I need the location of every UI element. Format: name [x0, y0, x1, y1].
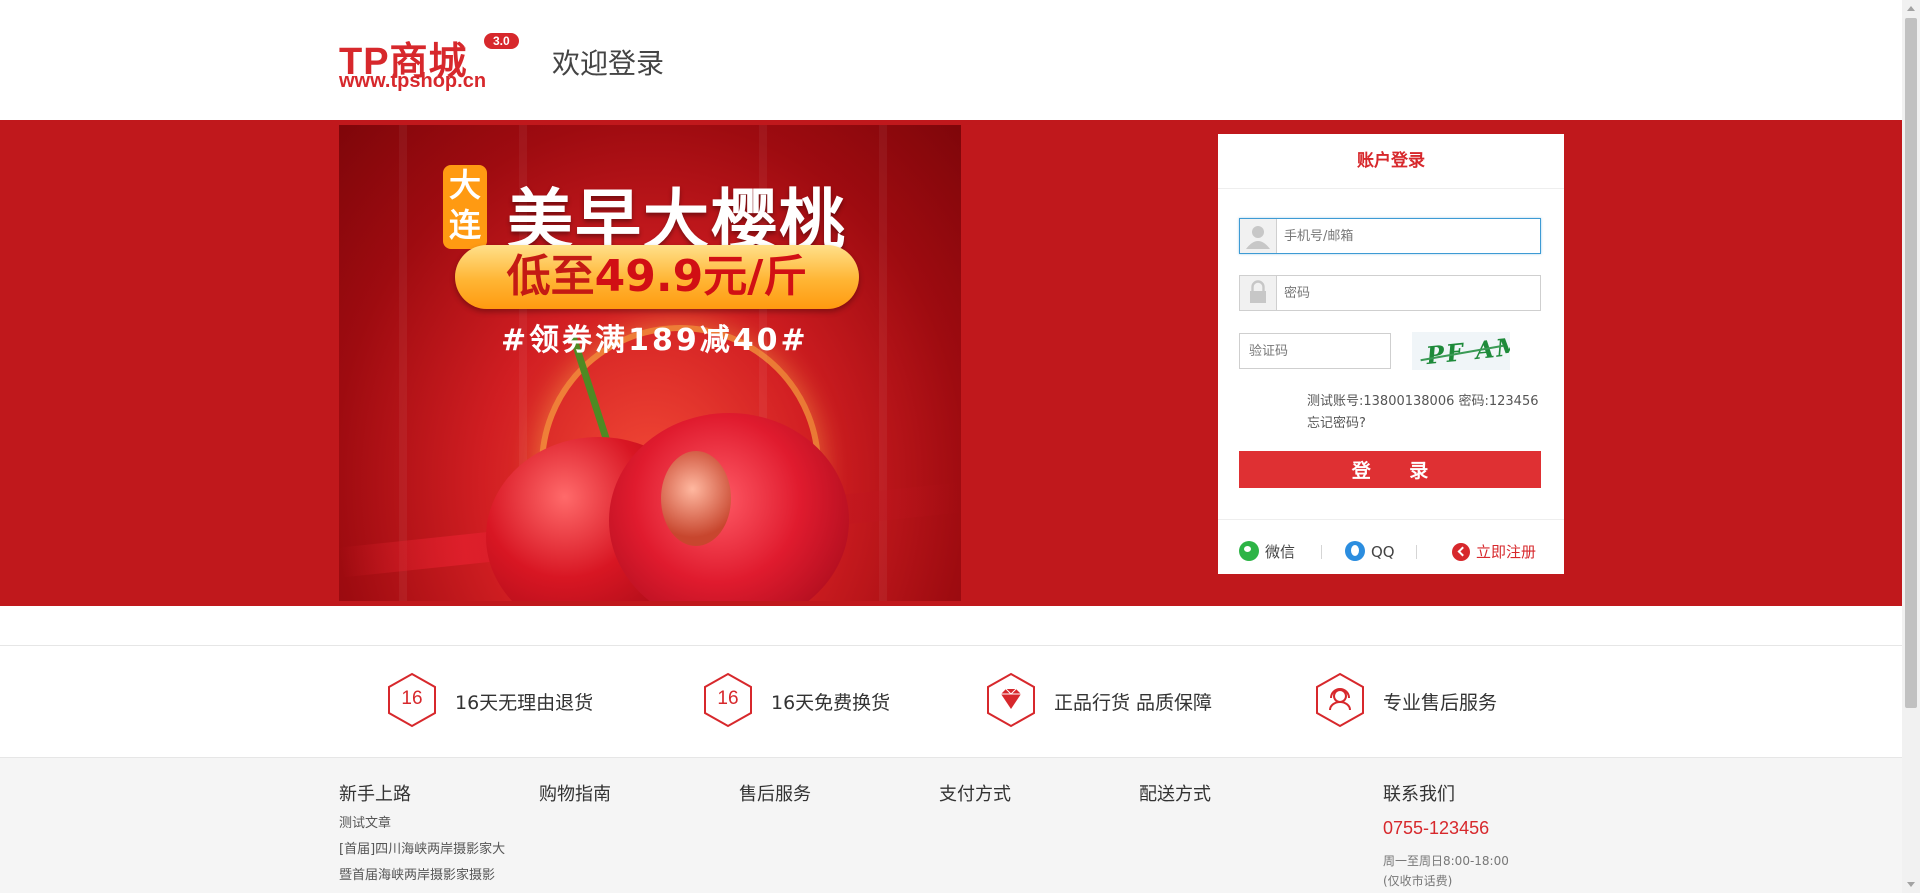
banner-price-pill: 低至49.9元/斤 [455, 245, 859, 309]
chevron-left-icon [1452, 543, 1470, 561]
login-title: 账户登录 [1218, 134, 1564, 189]
qq-login-link[interactable]: QQ [1345, 541, 1395, 561]
footer-heading: 新手上路 [339, 784, 411, 805]
footer-heading: 购物指南 [539, 784, 611, 805]
hexagon-16-icon: 16 [702, 672, 754, 728]
register-label: 立即注册 [1476, 543, 1537, 561]
qq-icon [1345, 541, 1365, 561]
test-account-hint: 测试账号:13800138006 密码:123456 [1307, 394, 1539, 409]
scroll-thumb[interactable] [1905, 18, 1917, 708]
hours-text: 周一至周日8:00-18:00 [1383, 854, 1509, 868]
logo-url: www.tpshop.cn [339, 70, 487, 92]
register-link[interactable]: 立即注册 [1452, 541, 1536, 562]
site-logo[interactable]: TP商城 3.0 www.tpshop.cn [339, 30, 529, 92]
captcha-input[interactable] [1249, 334, 1384, 368]
footer-link[interactable]: 测试文章 [339, 816, 505, 832]
banner-price: 49.9元/斤 [594, 251, 808, 302]
banner-light-beam [399, 125, 407, 601]
footer-heading: 联系我们 [1383, 784, 1455, 805]
footer-col-delivery: 配送方式 [1139, 780, 1211, 806]
qq-label: QQ [1371, 543, 1395, 561]
banner-light-beam [879, 125, 887, 601]
diamond-icon [985, 672, 1037, 728]
service-label: 16天无理由退货 [455, 692, 594, 714]
scroll-up-arrow-icon[interactable] [1907, 6, 1915, 11]
footer-col-payment: 支付方式 [939, 780, 1011, 806]
hexagon-badge: 16 [717, 688, 739, 709]
password-field[interactable] [1239, 275, 1541, 311]
footer-col-aftersales: 售后服务 [739, 780, 811, 806]
cherry-pit-image [661, 451, 731, 546]
banner-origin-tag: 大连 [443, 165, 487, 249]
banner-coupon: #领券满189减40# [501, 323, 809, 358]
footer-col-newbie: 新手上路 测试文章 [首届]四川海峡两岸摄影家大 暨首届海峡两岸摄影家摄影 [339, 780, 505, 884]
lock-icon [1240, 276, 1277, 310]
username-input[interactable] [1284, 219, 1532, 253]
page-scrollbar[interactable] [1902, 0, 1920, 893]
headset-service-icon [1314, 672, 1366, 728]
logo-version-badge: 3.0 [484, 33, 519, 49]
page-title: 欢迎登录 [552, 47, 665, 80]
footer-col-contact: 联系我们 0755-123456 周一至周日8:00-18:00 (仅收市话费) [1383, 780, 1509, 891]
service-label: 16天免费换货 [771, 692, 891, 714]
promo-banner[interactable]: 大连 美早大樱桃 低至49.9元/斤 #领券满189减40# [339, 125, 961, 601]
footer-link[interactable]: 暨首届海峡两岸摄影家摄影 [339, 868, 505, 884]
login-footer: 微信 QQ 立即注册 [1218, 519, 1564, 575]
wechat-login-link[interactable]: 微信 [1239, 541, 1295, 562]
contact-hours: 周一至周日8:00-18:00 (仅收市话费) [1383, 851, 1509, 891]
contact-phone: 0755-123456 [1383, 818, 1490, 838]
footer-col-guide: 购物指南 [539, 780, 611, 806]
login-button[interactable]: 登 录 [1239, 451, 1541, 488]
hexagon-badge: 16 [401, 688, 423, 709]
wechat-label: 微信 [1265, 543, 1296, 561]
banner-price-prefix: 低至 [506, 251, 595, 302]
divider [1416, 545, 1417, 559]
user-icon [1240, 219, 1277, 253]
service-label: 正品行货 品质保障 [1054, 692, 1213, 714]
footer-heading: 售后服务 [739, 784, 811, 805]
footer-heading: 配送方式 [1139, 784, 1211, 805]
username-field[interactable] [1239, 218, 1541, 254]
site-header: TP商城 3.0 www.tpshop.cn 欢迎登录 [0, 0, 1902, 120]
site-footer: 新手上路 测试文章 [首届]四川海峡两岸摄影家大 暨首届海峡两岸摄影家摄影 购物… [0, 758, 1902, 893]
footer-link[interactable]: [首届]四川海峡两岸摄影家大 [339, 842, 505, 858]
service-label: 专业售后服务 [1383, 692, 1498, 714]
hexagon-16-icon: 16 [386, 672, 438, 728]
captcha-field[interactable] [1239, 333, 1391, 369]
divider [1321, 545, 1322, 559]
wechat-icon [1239, 541, 1259, 561]
footer-heading: 支付方式 [939, 784, 1011, 805]
scroll-down-arrow-icon[interactable] [1907, 882, 1915, 887]
section-divider [0, 645, 1902, 646]
login-panel: 账户登录 PF AM 测试账号:13800138006 密码:123456 忘记… [1218, 134, 1564, 574]
password-input[interactable] [1284, 276, 1532, 310]
forgot-password-link[interactable]: 忘记密码? [1307, 412, 1366, 431]
hours-note: (仅收市话费) [1383, 874, 1453, 888]
captcha-image[interactable]: PF AM [1412, 332, 1510, 370]
